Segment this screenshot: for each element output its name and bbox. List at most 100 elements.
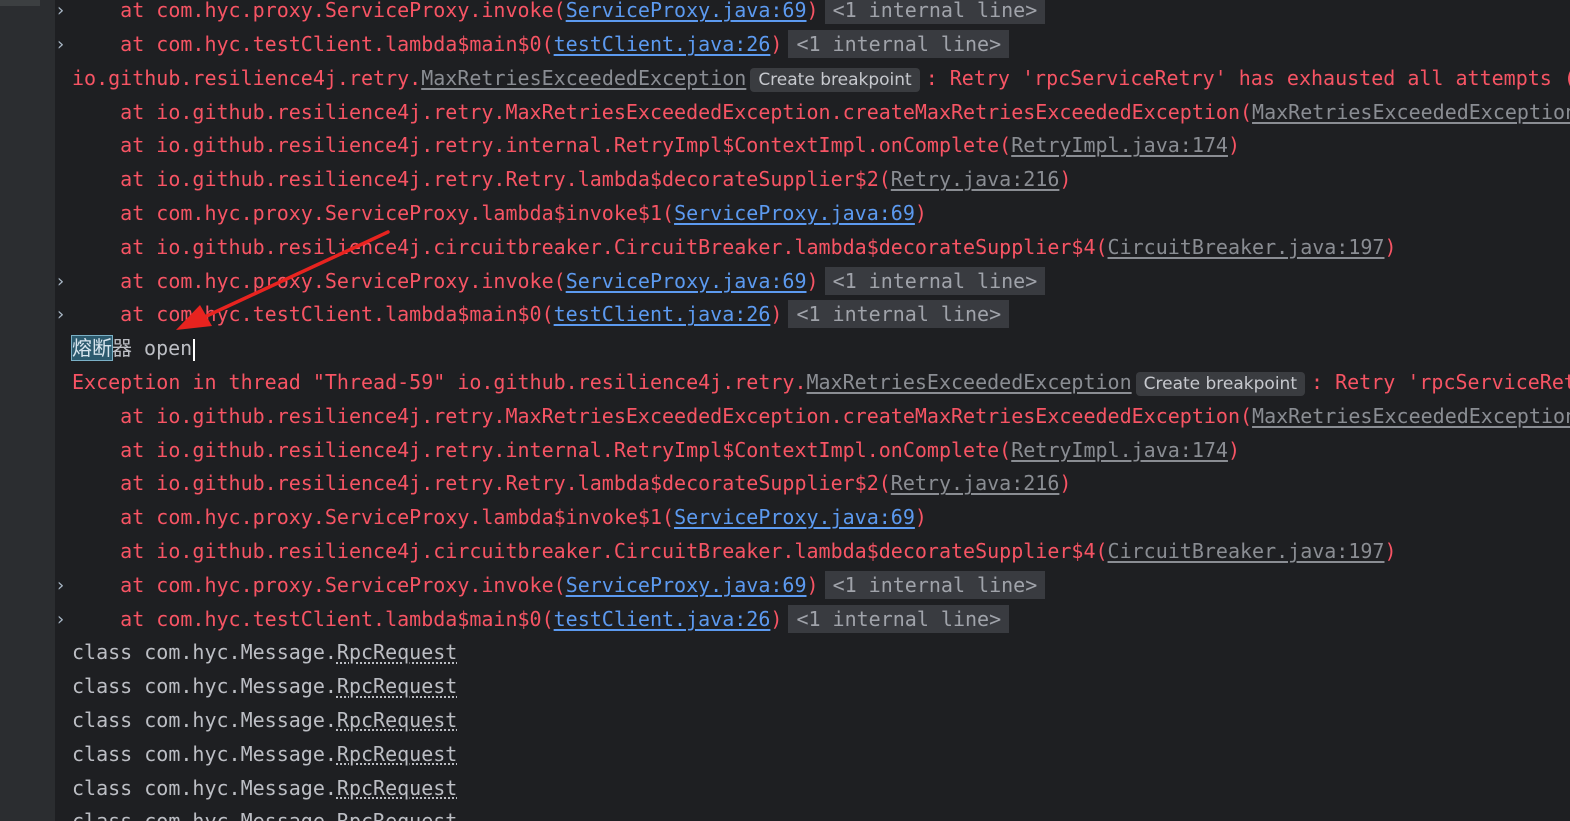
library-source-link[interactable]: CircuitBreaker.java:197	[1108, 235, 1385, 259]
console-line: class com.hyc.Message.RpcRequest	[55, 670, 1570, 704]
console-line: at io.github.resilience4j.retry.Retry.la…	[55, 163, 1570, 197]
exception-message: : Retry 'rpcServiceRetr	[1311, 369, 1570, 394]
selected-text[interactable]: 熔断	[71, 335, 113, 362]
stack-frame-suffix: )	[1384, 538, 1397, 563]
stack-frame-suffix: )	[770, 31, 783, 56]
stack-frame-suffix: )	[806, 268, 819, 293]
console-line: class com.hyc.Message.RpcRequest	[55, 738, 1570, 772]
library-source-link[interactable]: CircuitBreaker.java:197	[1108, 539, 1385, 563]
console-line-text: at io.github.resilience4j.retry.internal…	[72, 129, 1240, 163]
source-link[interactable]: testClient.java:26	[554, 32, 771, 56]
library-source-link[interactable]: RetryImpl.java:174	[1011, 438, 1228, 462]
console-line: at io.github.resilience4j.retry.Retry.la…	[55, 467, 1570, 501]
class-output-text: class com.hyc.Message.	[72, 707, 337, 732]
console-line-text: class com.hyc.Message.RpcRequest	[72, 772, 457, 806]
class-output-text: class com.hyc.Message.	[72, 741, 337, 766]
output-text: 器 open	[112, 336, 193, 361]
fold-chevron-icon[interactable]: ›	[57, 0, 71, 28]
console-line-text: at com.hyc.testClient.lambda$main$0(test…	[72, 28, 1010, 62]
class-name-link[interactable]: RpcRequest	[337, 708, 457, 732]
class-name-link[interactable]: RpcRequest	[337, 809, 457, 821]
stack-frame-text: at io.github.resilience4j.circuitbreaker…	[72, 538, 1108, 563]
console-line: at com.hyc.proxy.ServiceProxy.lambda$inv…	[55, 197, 1570, 231]
stack-frame-suffix: )	[914, 200, 927, 225]
exception-prefix: Exception in thread "Thread-59" io.githu…	[72, 369, 807, 394]
stack-frame-text: at io.github.resilience4j.retry.Retry.la…	[72, 471, 891, 496]
console-line-text: class com.hyc.Message.RpcRequest	[72, 670, 457, 704]
console-line-text: at com.hyc.proxy.ServiceProxy.invoke(Ser…	[72, 0, 1046, 28]
stack-frame-suffix: )	[806, 572, 819, 597]
console-line: at com.hyc.proxy.ServiceProxy.lambda$inv…	[55, 501, 1570, 535]
console-line-text: at io.github.resilience4j.retry.internal…	[72, 434, 1240, 468]
internal-lines-badge[interactable]: <1 internal line>	[824, 0, 1046, 25]
stack-frame-suffix: )	[770, 606, 783, 631]
internal-lines-badge[interactable]: <1 internal line>	[824, 266, 1046, 295]
stack-frame-text: at com.hyc.proxy.ServiceProxy.lambda$inv…	[72, 505, 675, 530]
fold-chevron-icon[interactable]: ›	[57, 569, 71, 603]
console-line: class com.hyc.Message.RpcRequest	[55, 636, 1570, 670]
fold-chevron-icon[interactable]: ›	[57, 298, 71, 332]
source-link[interactable]: ServiceProxy.java:69	[674, 505, 915, 529]
fold-chevron-icon[interactable]: ›	[57, 28, 71, 62]
source-link[interactable]: testClient.java:26	[554, 302, 771, 326]
stack-frame-text: at com.hyc.proxy.ServiceProxy.lambda$inv…	[72, 200, 675, 225]
console-line: › at com.hyc.proxy.ServiceProxy.invoke(S…	[55, 265, 1570, 299]
class-name-link[interactable]: RpcRequest	[337, 674, 457, 698]
console-line-text: class com.hyc.Message.RpcRequest	[72, 738, 457, 772]
console-line-text: at com.hyc.testClient.lambda$main$0(test…	[72, 603, 1010, 637]
exception-class-link[interactable]: MaxRetriesExceededException	[421, 66, 746, 90]
source-link[interactable]: ServiceProxy.java:69	[566, 269, 807, 293]
exception-class-link[interactable]: MaxRetriesExceededException	[807, 370, 1132, 394]
stack-frame-suffix: )	[914, 505, 927, 530]
console-line: › at com.hyc.testClient.lambda$main$0(te…	[55, 28, 1570, 62]
library-source-link[interactable]: MaxRetriesExceededException	[1252, 100, 1570, 124]
class-name-link[interactable]: RpcRequest	[337, 640, 457, 664]
console-line: › at com.hyc.proxy.ServiceProxy.invoke(S…	[55, 569, 1570, 603]
stack-frame-text: at com.hyc.proxy.ServiceProxy.invoke(	[72, 268, 566, 293]
fold-chevron-icon[interactable]: ›	[57, 603, 71, 637]
stack-frame-suffix: )	[1059, 471, 1072, 496]
console-line: › at com.hyc.proxy.ServiceProxy.invoke(S…	[55, 0, 1570, 28]
internal-lines-badge[interactable]: <1 internal line>	[788, 604, 1010, 633]
console-line-text: at io.github.resilience4j.retry.Retry.la…	[72, 467, 1071, 501]
stack-frame-text: at com.hyc.proxy.ServiceProxy.invoke(	[72, 572, 566, 597]
console-line-text: class com.hyc.Message.RpcRequest	[72, 805, 457, 821]
console-line: at io.github.resilience4j.retry.MaxRetri…	[55, 400, 1570, 434]
internal-lines-badge[interactable]: <1 internal line>	[788, 29, 1010, 58]
source-link[interactable]: ServiceProxy.java:69	[566, 573, 807, 597]
console-line: › at com.hyc.testClient.lambda$main$0(te…	[55, 298, 1570, 332]
console-line: 熔断器 open	[55, 332, 1570, 366]
console-line-text: at io.github.resilience4j.circuitbreaker…	[72, 231, 1396, 265]
console-line-text: io.github.resilience4j.retry.MaxRetriesE…	[72, 62, 1570, 98]
stack-frame-suffix: )	[1059, 167, 1072, 192]
console-line: › at com.hyc.testClient.lambda$main$0(te…	[55, 603, 1570, 637]
class-name-link[interactable]: RpcRequest	[337, 776, 457, 800]
console-line: at io.github.resilience4j.retry.internal…	[55, 129, 1570, 163]
console-line: at io.github.resilience4j.retry.internal…	[55, 434, 1570, 468]
stack-frame-suffix: )	[1227, 133, 1240, 158]
console-line: at io.github.resilience4j.retry.MaxRetri…	[55, 96, 1570, 130]
create-breakpoint-button[interactable]: Create breakpoint	[1135, 371, 1305, 396]
stack-frame-suffix: )	[1227, 437, 1240, 462]
library-source-link[interactable]: Retry.java:216	[891, 471, 1060, 495]
internal-lines-badge[interactable]: <1 internal line>	[824, 570, 1046, 599]
stack-frame-text: at com.hyc.testClient.lambda$main$0(	[72, 302, 554, 327]
console-line: at io.github.resilience4j.circuitbreaker…	[55, 535, 1570, 569]
source-link[interactable]: ServiceProxy.java:69	[674, 201, 915, 225]
library-source-link[interactable]: RetryImpl.java:174	[1011, 133, 1228, 157]
fold-chevron-icon[interactable]: ›	[57, 265, 71, 299]
create-breakpoint-button[interactable]: Create breakpoint	[750, 67, 920, 92]
run-console-output[interactable]: › at com.hyc.proxy.ServiceProxy.invoke(S…	[55, 0, 1570, 821]
source-link[interactable]: ServiceProxy.java:69	[566, 0, 807, 22]
class-output-text: class com.hyc.Message.	[72, 674, 337, 699]
class-output-text: class com.hyc.Message.	[72, 809, 337, 821]
stack-frame-text: at com.hyc.proxy.ServiceProxy.invoke(	[72, 0, 566, 23]
library-source-link[interactable]: MaxRetriesExceededException	[1252, 404, 1570, 428]
console-line-text: class com.hyc.Message.RpcRequest	[72, 704, 457, 738]
library-source-link[interactable]: Retry.java:216	[891, 167, 1060, 191]
internal-lines-badge[interactable]: <1 internal line>	[788, 300, 1010, 329]
console-line: at io.github.resilience4j.circuitbreaker…	[55, 231, 1570, 265]
class-name-link[interactable]: RpcRequest	[337, 742, 457, 766]
source-link[interactable]: testClient.java:26	[554, 607, 771, 631]
console-line-text: at io.github.resilience4j.retry.Retry.la…	[72, 163, 1071, 197]
